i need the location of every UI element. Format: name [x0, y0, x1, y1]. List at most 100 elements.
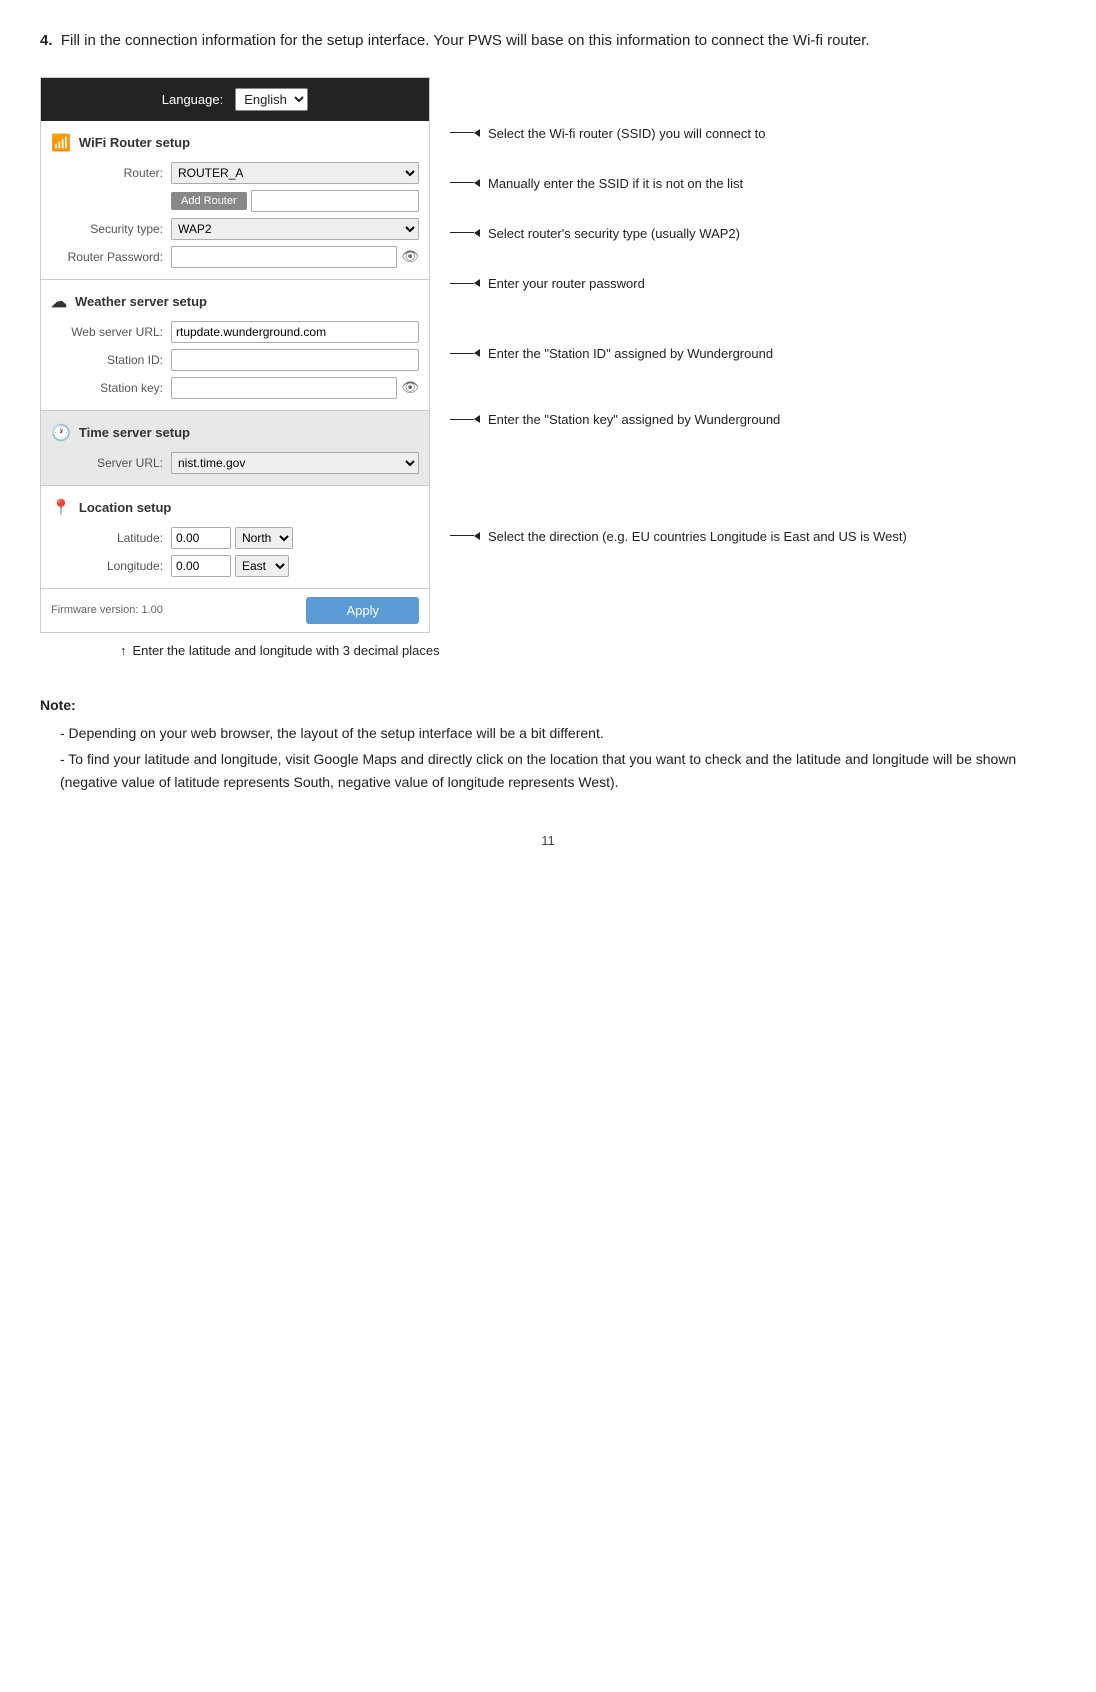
- bottom-caption-text: Enter the latitude and longitude with 3 …: [133, 643, 440, 658]
- arrow-tip-5: [474, 349, 480, 357]
- station-id-input[interactable]: [171, 349, 419, 371]
- station-id-label: Station ID:: [51, 353, 171, 367]
- security-type-label: Security type:: [51, 222, 171, 236]
- annotation-3: Select router's security type (usually W…: [450, 225, 907, 243]
- language-label: Language:: [162, 92, 223, 107]
- server-url-row: Server URL: nist.time.gov: [41, 449, 429, 477]
- station-key-row: Station key: 👁: [41, 374, 429, 402]
- station-id-row: Station ID:: [41, 346, 429, 374]
- password-input[interactable]: [171, 246, 397, 268]
- apply-button[interactable]: Apply: [306, 597, 419, 624]
- cloud-icon: ☁: [51, 292, 67, 312]
- annotation-text-1: Select the Wi-fi router (SSID) you will …: [488, 125, 765, 143]
- clock-icon: 🕐: [51, 423, 71, 443]
- annotation-text-2: Manually enter the SSID if it is not on …: [488, 175, 743, 193]
- language-select[interactable]: English: [235, 88, 308, 111]
- arrow-tip-4: [474, 279, 480, 287]
- bottom-caption-arrow-icon: ↑: [120, 643, 127, 658]
- password-label: Router Password:: [51, 250, 171, 264]
- weather-section-title: ☁ Weather server setup: [41, 288, 429, 318]
- annotation-text-7: Select the direction (e.g. EU countries …: [488, 528, 907, 546]
- diagram-section: Language: English 📶 WiFi Router setup Ro…: [40, 77, 1056, 633]
- longitude-control: East West: [171, 555, 419, 577]
- firmware-label: Firmware version: 1.00: [51, 604, 163, 616]
- arrow-2: [450, 179, 480, 187]
- show-password-icon[interactable]: 👁: [401, 248, 419, 265]
- setup-panel: Language: English 📶 WiFi Router setup Ro…: [40, 77, 430, 633]
- arrow-tip-6: [474, 415, 480, 423]
- note-item-2: - To find your latitude and longitude, v…: [60, 748, 1056, 793]
- annotation-4: Enter your router password: [450, 275, 907, 293]
- web-server-input[interactable]: [171, 321, 419, 343]
- arrow-tip-3: [474, 229, 480, 237]
- annotation-text-4: Enter your router password: [488, 275, 645, 293]
- server-url-control: nist.time.gov: [171, 452, 419, 474]
- right-annotations: Select the Wi-fi router (SSID) you will …: [430, 77, 907, 633]
- arrow-7: [450, 532, 480, 540]
- web-server-control: [171, 321, 419, 343]
- web-server-label: Web server URL:: [51, 325, 171, 339]
- arrow-tip-2: [474, 179, 480, 187]
- arrow-1: [450, 129, 480, 137]
- panel-header: Language: English: [41, 78, 429, 121]
- web-server-row: Web server URL:: [41, 318, 429, 346]
- server-url-select[interactable]: nist.time.gov: [171, 452, 419, 474]
- location-section: 📍 Location setup Latitude: North South L…: [41, 486, 429, 589]
- arrow-5: [450, 349, 480, 357]
- north-south-select[interactable]: North South: [235, 527, 293, 549]
- annotation-2: Manually enter the SSID if it is not on …: [450, 175, 907, 193]
- longitude-input[interactable]: [171, 555, 231, 577]
- step-text: Fill in the connection information for t…: [61, 32, 870, 49]
- add-router-control: Add Router: [171, 190, 419, 212]
- add-router-button[interactable]: Add Router: [171, 192, 247, 210]
- step-number: 4.: [40, 32, 53, 49]
- router-select[interactable]: ROUTER_A ROUTER_B: [171, 162, 419, 184]
- annotation-6: Enter the "Station key" assigned by Wund…: [450, 411, 907, 429]
- arrow-tip-1: [474, 129, 480, 137]
- time-section: 🕐 Time server setup Server URL: nist.tim…: [41, 411, 429, 486]
- latitude-row: Latitude: North South: [41, 524, 429, 552]
- annotation-5: Enter the "Station ID" assigned by Wunde…: [450, 345, 907, 363]
- location-icon: 📍: [51, 498, 71, 518]
- station-key-input[interactable]: [171, 377, 397, 399]
- security-type-row: Security type: WAP2 WPA WEP None: [41, 215, 429, 243]
- router-label: Router:: [51, 166, 171, 180]
- apply-firmware-section: Firmware version: 1.00 Apply: [41, 589, 429, 632]
- station-id-control: [171, 349, 419, 371]
- ssid-manual-input[interactable]: [251, 190, 419, 212]
- wifi-icon: 📶: [51, 133, 71, 153]
- arrow-6: [450, 415, 480, 423]
- note-title: Note:: [40, 694, 1056, 716]
- password-row: Router Password: 👁: [41, 243, 429, 271]
- annotation-text-3: Select router's security type (usually W…: [488, 225, 740, 243]
- show-station-key-icon[interactable]: 👁: [401, 379, 419, 396]
- wifi-section: 📶 WiFi Router setup Router: ROUTER_A ROU…: [41, 121, 429, 280]
- latitude-input[interactable]: [171, 527, 231, 549]
- add-router-row: Add Router: [41, 187, 429, 215]
- arrow-4: [450, 279, 480, 287]
- step-intro: 4. Fill in the connection information fo…: [40, 30, 1056, 53]
- annotation-7: Select the direction (e.g. EU countries …: [450, 528, 907, 546]
- security-type-control: WAP2 WPA WEP None: [171, 218, 419, 240]
- annotation-text-6: Enter the "Station key" assigned by Wund…: [488, 411, 780, 429]
- time-section-title: 🕐 Time server setup: [41, 419, 429, 449]
- east-west-select[interactable]: East West: [235, 555, 289, 577]
- latitude-control: North South: [171, 527, 419, 549]
- router-row: Router: ROUTER_A ROUTER_B: [41, 159, 429, 187]
- wifi-section-title: 📶 WiFi Router setup: [41, 129, 429, 159]
- latitude-label: Latitude:: [51, 531, 171, 545]
- note-section: Note: - Depending on your web browser, t…: [40, 694, 1056, 794]
- station-key-control: 👁: [171, 377, 419, 399]
- station-key-label: Station key:: [51, 381, 171, 395]
- note-item-1: - Depending on your web browser, the lay…: [60, 722, 1056, 744]
- longitude-row: Longitude: East West: [41, 552, 429, 580]
- weather-section: ☁ Weather server setup Web server URL: S…: [41, 280, 429, 411]
- server-url-label: Server URL:: [51, 456, 171, 470]
- annotation-text-5: Enter the "Station ID" assigned by Wunde…: [488, 345, 773, 363]
- arrow-tip-7: [474, 532, 480, 540]
- annotation-1: Select the Wi-fi router (SSID) you will …: [450, 125, 907, 143]
- security-type-select[interactable]: WAP2 WPA WEP None: [171, 218, 419, 240]
- router-control: ROUTER_A ROUTER_B: [171, 162, 419, 184]
- arrow-3: [450, 229, 480, 237]
- bottom-caption: ↑ Enter the latitude and longitude with …: [100, 643, 1056, 658]
